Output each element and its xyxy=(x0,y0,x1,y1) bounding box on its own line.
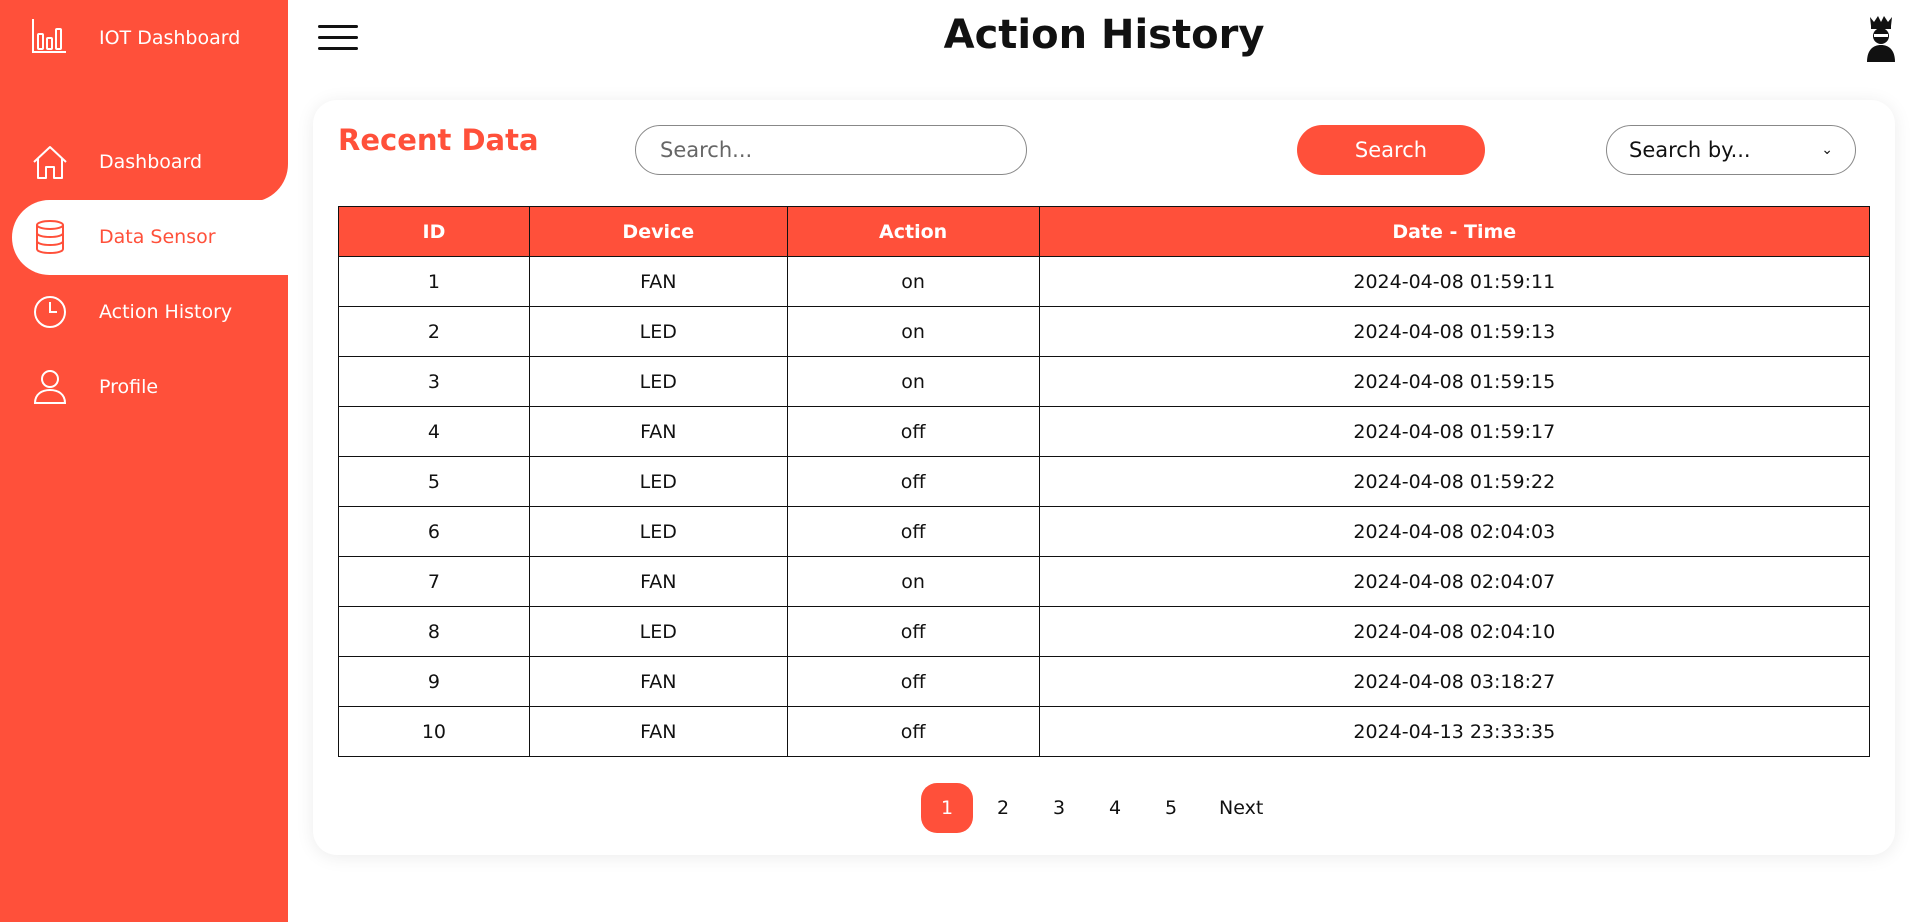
home-icon xyxy=(33,146,67,179)
cell-date-time: 2024-04-08 02:04:07 xyxy=(1038,556,1871,607)
cell-action: off xyxy=(786,506,1040,557)
sidebar-item-dashboard[interactable]: Dashboard xyxy=(0,125,288,200)
cell-action: on xyxy=(786,256,1040,307)
cell-device: FAN xyxy=(528,406,788,457)
cell-id: 10 xyxy=(338,706,530,757)
cell-device: LED xyxy=(528,306,788,357)
brand[interactable]: IOT Dashboard xyxy=(30,17,240,55)
cell-device: LED xyxy=(528,606,788,657)
cell-device: LED xyxy=(528,356,788,407)
next-page-button[interactable]: Next xyxy=(1201,783,1281,833)
user-icon xyxy=(33,370,67,404)
page-button-1[interactable]: 1 xyxy=(921,783,973,833)
sidebar-item-label: Data Sensor xyxy=(99,226,216,248)
cell-action: off xyxy=(786,456,1040,507)
cell-action: off xyxy=(786,406,1040,457)
table-row: 1 FAN on 2024-04-08 01:59:11 xyxy=(338,256,1871,307)
brand-title: IOT Dashboard xyxy=(99,27,241,49)
cell-action: on xyxy=(786,356,1040,407)
recent-data-card: Recent Data Search Search by... ⌄ ID Dev… xyxy=(313,100,1895,855)
card-title: Recent Data xyxy=(338,123,539,157)
cell-id: 3 xyxy=(338,356,530,407)
cell-id: 2 xyxy=(338,306,530,357)
table-row: 8 LED off 2024-04-08 02:04:10 xyxy=(338,606,1871,657)
cell-date-time: 2024-04-08 01:59:11 xyxy=(1038,256,1871,307)
sidebar-item-action-history[interactable]: Action History xyxy=(0,275,288,350)
sidebar-item-profile[interactable]: Profile xyxy=(0,350,288,425)
cell-date-time: 2024-04-08 02:04:03 xyxy=(1038,506,1871,557)
clock-icon xyxy=(34,296,66,328)
sidebar-item-data-sensor[interactable]: Data Sensor xyxy=(12,200,288,275)
table-row: 3 LED on 2024-04-08 01:59:15 xyxy=(338,356,1871,407)
page-button-2[interactable]: 2 xyxy=(977,783,1029,833)
cell-id: 1 xyxy=(338,256,530,307)
chevron-down-icon: ⌄ xyxy=(1821,142,1833,158)
page-button-4[interactable]: 4 xyxy=(1089,783,1141,833)
cell-device: FAN xyxy=(528,656,788,707)
cell-device: FAN xyxy=(528,256,788,307)
cell-device: FAN xyxy=(528,706,788,757)
cell-action: off xyxy=(786,706,1040,757)
sidebar-nav: Dashboard Data Sensor Action History Pro… xyxy=(0,125,288,425)
cell-date-time: 2024-04-08 02:04:10 xyxy=(1038,606,1871,657)
page-button-3[interactable]: 3 xyxy=(1033,783,1085,833)
cell-date-time: 2024-04-13 23:33:35 xyxy=(1038,706,1871,757)
cell-id: 8 xyxy=(338,606,530,657)
bar-chart-icon xyxy=(32,19,66,53)
sidebar: IOT Dashboard Dashboard Data Sensor Acti… xyxy=(0,0,288,922)
cell-action: off xyxy=(786,656,1040,707)
column-header-id[interactable]: ID xyxy=(338,206,530,257)
sidebar-item-label: Action History xyxy=(99,301,233,323)
action-history-table: ID Device Action Date - Time 1 FAN on 2024-… xyxy=(338,206,1871,757)
column-header-action[interactable]: Action xyxy=(786,206,1040,257)
cell-id: 4 xyxy=(338,406,530,457)
cell-id: 6 xyxy=(338,506,530,557)
cell-date-time: 2024-04-08 01:59:15 xyxy=(1038,356,1871,407)
table-row: 4 FAN off 2024-04-08 01:59:17 xyxy=(338,406,1871,457)
search-input[interactable] xyxy=(635,125,1027,175)
cell-action: on xyxy=(786,306,1040,357)
search-by-select[interactable]: Search by... ⌄ xyxy=(1606,125,1856,175)
sidebar-item-label: Dashboard xyxy=(99,151,203,173)
table-header-row: ID Device Action Date - Time xyxy=(338,206,1871,257)
cell-date-time: 2024-04-08 03:18:27 xyxy=(1038,656,1871,707)
table-row: 6 LED off 2024-04-08 02:04:03 xyxy=(338,506,1871,557)
database-icon xyxy=(36,220,64,255)
table-row: 9 FAN off 2024-04-08 03:18:27 xyxy=(338,656,1871,707)
table-row: 7 FAN on 2024-04-08 02:04:07 xyxy=(338,556,1871,607)
search-button[interactable]: Search xyxy=(1297,125,1485,175)
page-title: Action History xyxy=(943,12,1265,58)
cell-date-time: 2024-04-08 01:59:22 xyxy=(1038,456,1871,507)
cell-action: off xyxy=(786,606,1040,657)
cell-date-time: 2024-04-08 01:59:13 xyxy=(1038,306,1871,357)
cell-device: LED xyxy=(528,456,788,507)
table-row: 10 FAN off 2024-04-13 23:33:35 xyxy=(338,706,1871,757)
cell-device: FAN xyxy=(528,556,788,607)
cell-date-time: 2024-04-08 01:59:17 xyxy=(1038,406,1871,457)
cell-id: 7 xyxy=(338,556,530,607)
cell-id: 9 xyxy=(338,656,530,707)
table-row: 2 LED on 2024-04-08 01:59:13 xyxy=(338,306,1871,357)
pagination: 1 2 3 4 5 Next xyxy=(921,783,1285,833)
avatar-icon[interactable] xyxy=(1864,14,1898,62)
cell-device: LED xyxy=(528,506,788,557)
cell-action: on xyxy=(786,556,1040,607)
table-row: 5 LED off 2024-04-08 01:59:22 xyxy=(338,456,1871,507)
column-header-date-time[interactable]: Date - Time xyxy=(1038,206,1871,257)
sidebar-item-label: Profile xyxy=(99,376,159,398)
column-header-device[interactable]: Device xyxy=(528,206,788,257)
search-by-value: Search by... xyxy=(1629,138,1751,162)
cell-id: 5 xyxy=(338,456,530,507)
page-button-5[interactable]: 5 xyxy=(1145,783,1197,833)
